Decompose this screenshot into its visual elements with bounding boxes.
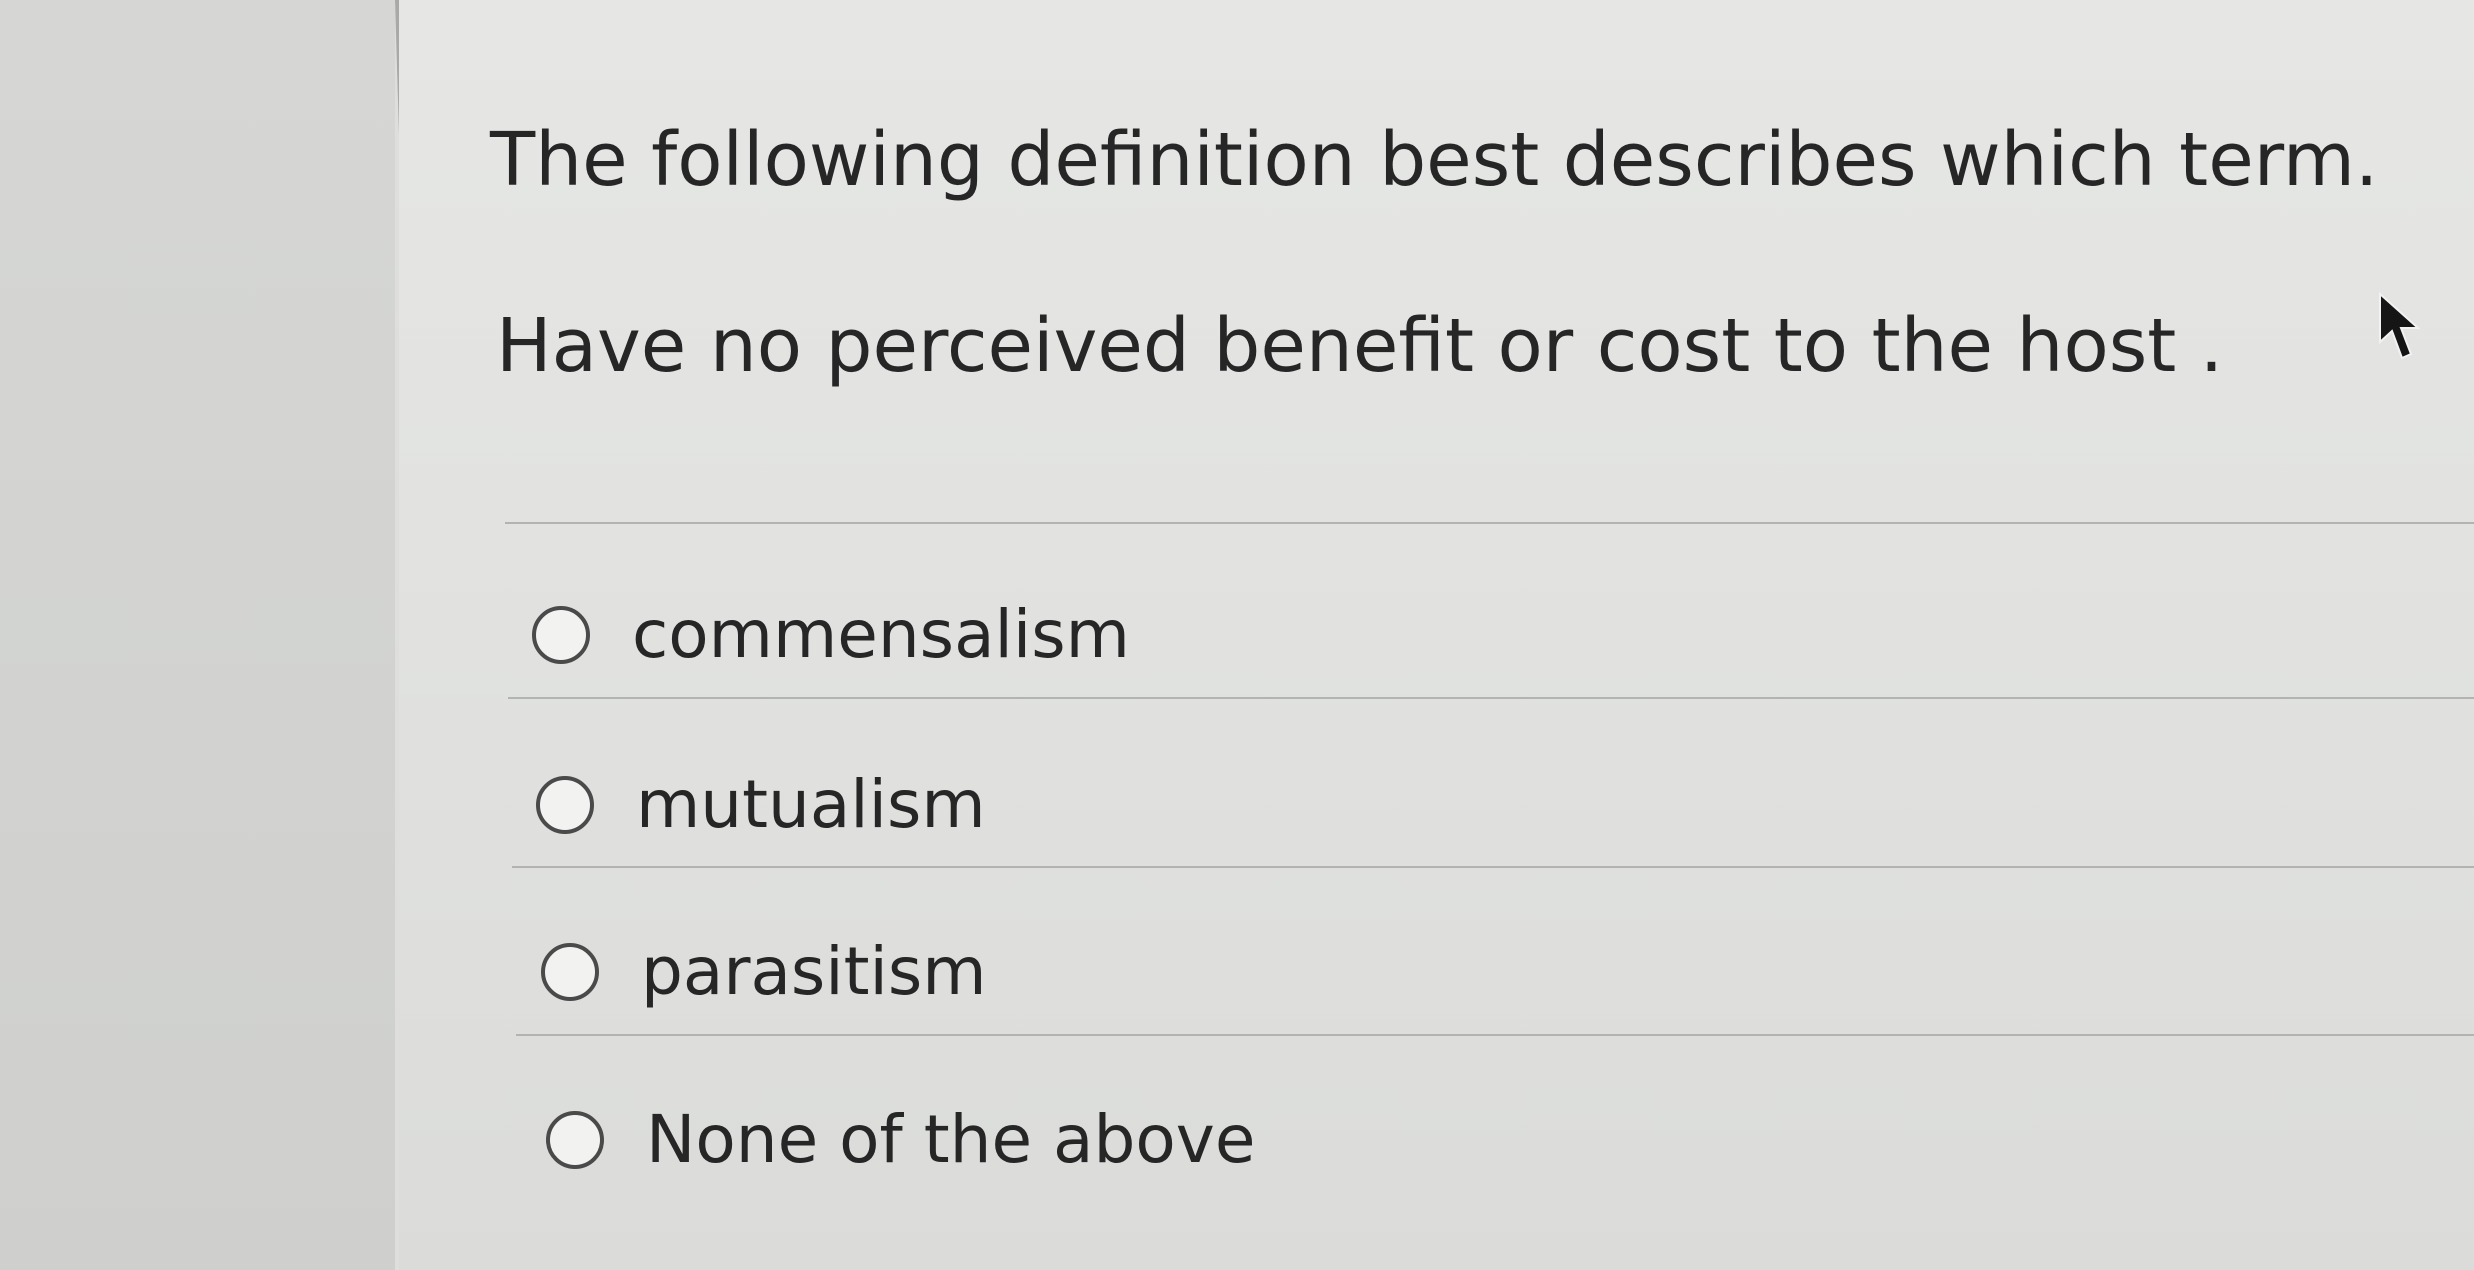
radio-unselected-icon[interactable] — [541, 943, 599, 1001]
question-definition: Have no perceived benefit or cost to the… — [496, 303, 2224, 389]
radio-unselected-icon[interactable] — [546, 1111, 604, 1169]
radio-unselected-icon[interactable] — [532, 606, 590, 664]
answer-option-label[interactable]: commensalism — [632, 590, 1130, 680]
radio-unselected-icon[interactable] — [536, 776, 594, 834]
mouse-pointer-icon — [2379, 292, 2421, 360]
answer-option-label[interactable]: parasitism — [641, 927, 987, 1017]
answer-option-mutualism[interactable]: mutualism — [536, 755, 986, 855]
answer-divider — [516, 1034, 2474, 1036]
answer-option-none-of-the-above[interactable]: None of the above — [546, 1090, 1255, 1190]
answer-option-label[interactable]: mutualism — [636, 760, 986, 850]
question-prompt: The following definition best describes … — [490, 117, 2379, 203]
answer-divider — [512, 866, 2474, 868]
left-margin — [0, 0, 395, 1270]
answer-divider-top — [505, 522, 2474, 524]
answer-option-label[interactable]: None of the above — [646, 1095, 1255, 1185]
answer-option-parasitism[interactable]: parasitism — [541, 922, 987, 1022]
answer-divider — [508, 697, 2474, 699]
answer-option-commensalism[interactable]: commensalism — [532, 585, 1130, 685]
